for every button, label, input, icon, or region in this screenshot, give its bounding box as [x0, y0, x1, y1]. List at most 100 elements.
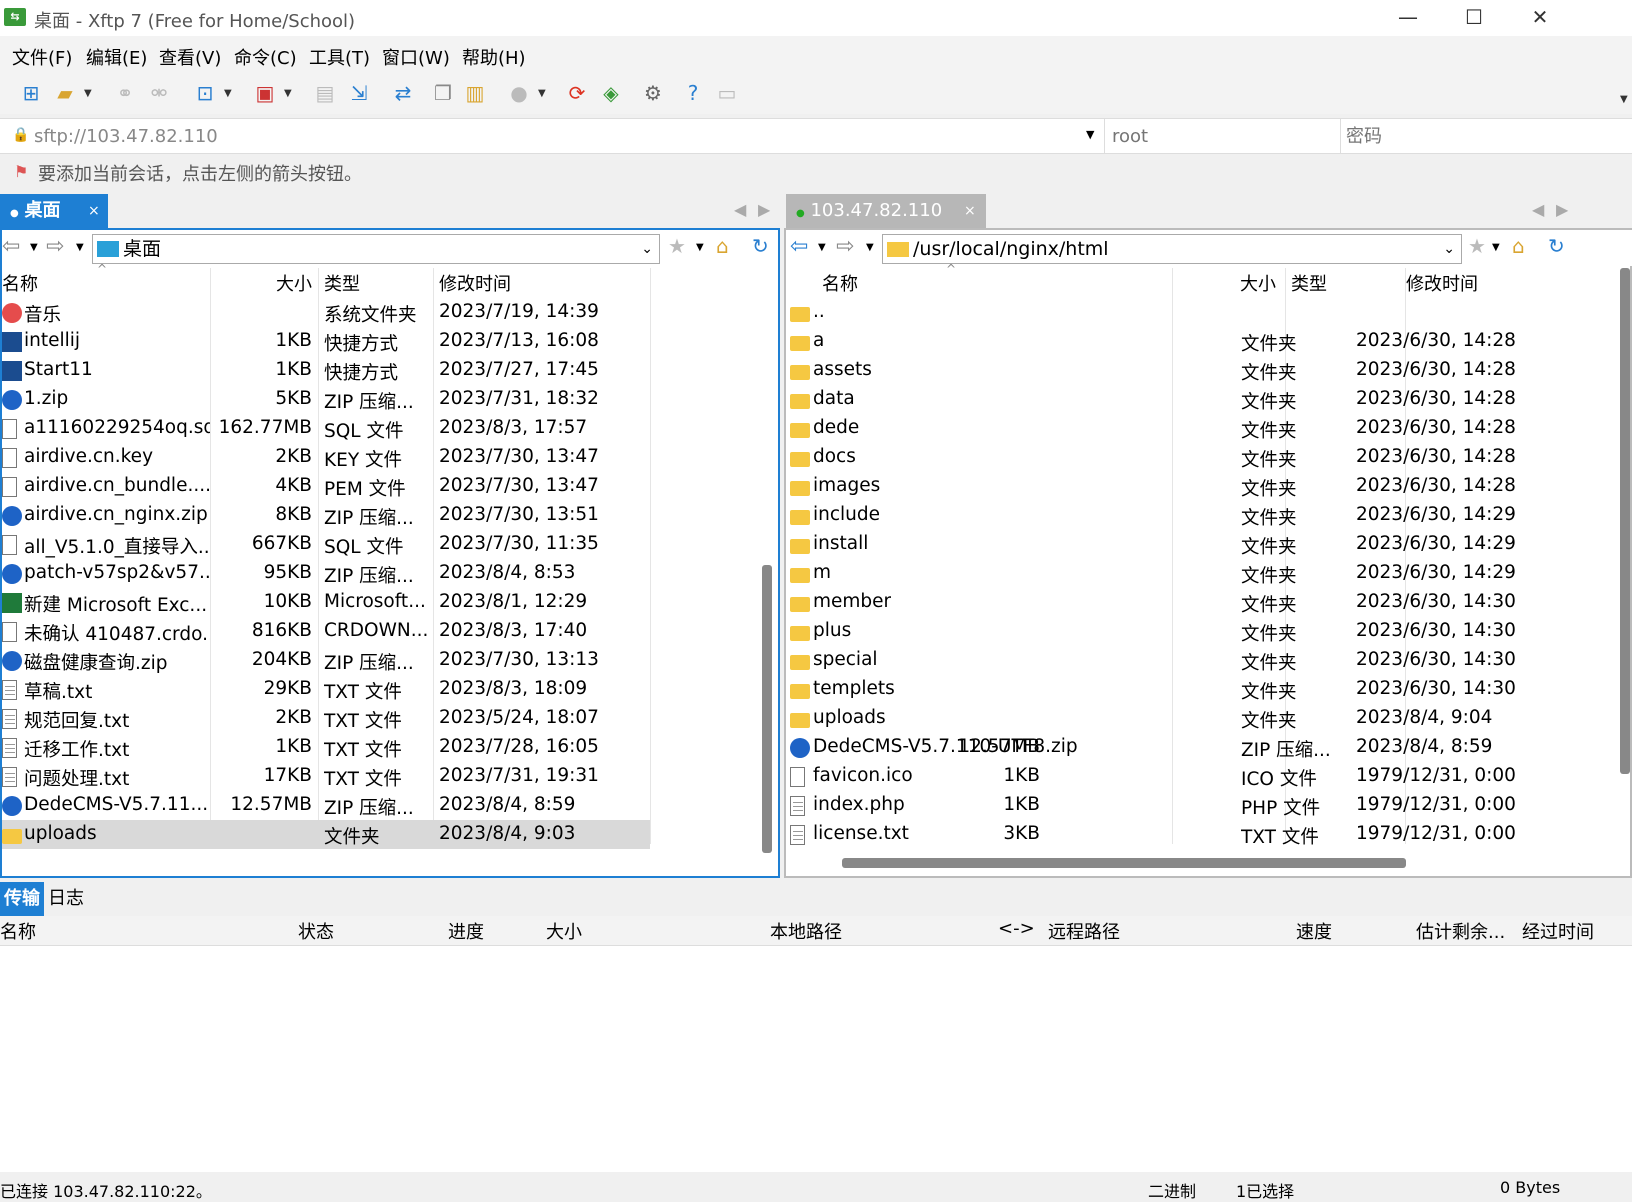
- home-icon[interactable]: ⌂: [716, 234, 729, 258]
- file-row[interactable]: docs 文件夹 2023/6/30, 14:28: [788, 443, 1606, 472]
- path-dropdown-icon[interactable]: ⌄: [641, 235, 653, 263]
- tab-scroll-right-icon[interactable]: ▶: [758, 200, 770, 219]
- col-size[interactable]: 大小: [546, 918, 582, 944]
- col-speed[interactable]: 速度: [1296, 918, 1332, 944]
- remote-path-box[interactable]: /usr/local/nginx/html ⌄: [882, 234, 1462, 264]
- col-name[interactable]: 名称: [0, 918, 36, 944]
- col-status[interactable]: 状态: [298, 918, 334, 944]
- status-circle-icon[interactable]: ●: [506, 80, 532, 106]
- tab-close-icon[interactable]: ×: [964, 194, 976, 228]
- file-row[interactable]: 草稿.txt 29KB TXT 文件 2023/8/3, 18:09: [2, 675, 650, 704]
- file-row[interactable]: index.php 1KB PHP 文件 1979/12/31, 0:00: [788, 791, 1606, 820]
- file-row[interactable]: 迁移工作.txt 1KB TXT 文件 2023/7/28, 16:05: [2, 733, 650, 762]
- col-modified[interactable]: 修改时间: [439, 270, 511, 296]
- xshell-icon[interactable]: ⟳: [564, 80, 590, 106]
- file-row[interactable]: uploads 文件夹 2023/8/4, 9:04: [788, 704, 1606, 733]
- file-row[interactable]: 新建 Microsoft Exc... 10KB Microsoft... 2023/…: [2, 588, 650, 617]
- disconnect-icon[interactable]: ⚮: [146, 80, 172, 106]
- tab-scroll-left-icon[interactable]: ◀: [734, 200, 746, 219]
- col-type[interactable]: 类型: [1291, 270, 1327, 296]
- col-size[interactable]: 大小: [1240, 270, 1276, 296]
- col-local-path[interactable]: 本地路径: [770, 918, 842, 944]
- file-row[interactable]: 未确认 410487.crdo... 816KB CRDOWN... 2023/8/3…: [2, 617, 650, 646]
- favorite-star-icon[interactable]: ★: [1468, 234, 1486, 258]
- back-icon[interactable]: ⇦: [2, 234, 20, 259]
- download-icon[interactable]: ⇲: [346, 80, 372, 106]
- local-path-box[interactable]: 桌面 ⌄: [92, 234, 660, 264]
- password-input[interactable]: [1346, 122, 1616, 150]
- favorite-dropdown-icon[interactable]: ▼: [1492, 242, 1500, 253]
- terminal-icon[interactable]: ▣: [252, 80, 278, 106]
- file-row[interactable]: ..: [788, 298, 1606, 327]
- forward-dropdown-icon[interactable]: ▼: [76, 242, 84, 253]
- menu-tools[interactable]: 工具(T): [309, 44, 370, 70]
- file-row[interactable]: airdive.cn_nginx.zip 8KB ZIP 压缩... 2023/7/3…: [2, 501, 650, 530]
- connect-icon[interactable]: ⚭: [112, 80, 138, 106]
- col-eta[interactable]: 估计剩余...: [1416, 918, 1505, 944]
- back-dropdown-icon[interactable]: ▼: [818, 242, 826, 253]
- xftp-icon[interactable]: ◈: [598, 80, 624, 106]
- col-name[interactable]: 名称: [2, 270, 38, 296]
- remote-scrollbar[interactable]: [1620, 268, 1630, 774]
- file-row[interactable]: 规范回复.txt 2KB TXT 文件 2023/5/24, 18:07: [2, 704, 650, 733]
- maximize-button[interactable]: ☐: [1442, 0, 1506, 36]
- file-row[interactable]: Start11 1KB 快捷方式 2023/7/27, 17:45: [2, 356, 650, 385]
- tab-close-icon[interactable]: ×: [88, 194, 100, 228]
- tab-local-desktop[interactable]: ● 桌面 ×: [0, 194, 108, 228]
- file-row[interactable]: 1.zip 5KB ZIP 压缩... 2023/7/31, 18:32: [2, 385, 650, 414]
- file-row[interactable]: 音乐 系统文件夹 2023/7/19, 14:39: [2, 298, 650, 327]
- file-row[interactable]: license.txt 3KB TXT 文件 1979/12/31, 0:00: [788, 820, 1606, 849]
- host-dropdown-icon[interactable]: ▼: [1086, 128, 1094, 141]
- file-row[interactable]: data 文件夹 2023/6/30, 14:28: [788, 385, 1606, 414]
- menu-view[interactable]: 查看(V): [159, 44, 221, 70]
- file-row[interactable]: airdive.cn_bundle.... 4KB PEM 文件 2023/7/30,…: [2, 472, 650, 501]
- terminal-dropdown-icon[interactable]: ▼: [284, 88, 292, 99]
- minimize-button[interactable]: —: [1376, 0, 1440, 36]
- file-row[interactable]: airdive.cn.key 2KB KEY 文件 2023/7/30, 13:47: [2, 443, 650, 472]
- file-row[interactable]: intellij 1KB 快捷方式 2023/7/13, 16:08: [2, 327, 650, 356]
- file-row[interactable]: dede 文件夹 2023/6/30, 14:28: [788, 414, 1606, 443]
- tab-remote-session[interactable]: ● 103.47.82.110 ×: [786, 194, 986, 228]
- menu-edit[interactable]: 编辑(E): [86, 44, 147, 70]
- file-row[interactable]: patch-v57sp2&v57... 95KB ZIP 压缩... 2023/8/4…: [2, 559, 650, 588]
- file-row[interactable]: 磁盘健康查询.zip 204KB ZIP 压缩... 2023/7/30, 13:13: [2, 646, 650, 675]
- col-remote-path[interactable]: 远程路径: [1048, 918, 1120, 944]
- file-row[interactable]: favicon.ico 1KB ICO 文件 1979/12/31, 0:00: [788, 762, 1606, 791]
- paste-icon[interactable]: ▥: [462, 80, 488, 106]
- bookmark-arrow-icon[interactable]: ⚑: [14, 162, 28, 181]
- file-row[interactable]: 问题处理.txt 17KB TXT 文件 2023/7/31, 19:31: [2, 762, 650, 791]
- tab-scroll-right-icon[interactable]: ▶: [1556, 200, 1568, 219]
- upload-icon[interactable]: ▤: [312, 80, 338, 106]
- menu-help[interactable]: 帮助(H): [462, 44, 526, 70]
- sync-icon[interactable]: ⇄: [390, 80, 416, 106]
- home-icon[interactable]: ⌂: [1512, 234, 1525, 258]
- col-progress[interactable]: 进度: [448, 918, 484, 944]
- local-scrollbar[interactable]: [762, 565, 772, 853]
- file-row[interactable]: a11160229254oq.sql 162.77MB SQL 文件 2023/8/3…: [2, 414, 650, 443]
- col-modified[interactable]: 修改时间: [1406, 270, 1478, 296]
- file-row[interactable]: uploads 文件夹 2023/8/4, 9:03: [2, 820, 650, 849]
- back-icon[interactable]: ⇦: [790, 234, 808, 259]
- forward-icon[interactable]: ⇨: [836, 234, 854, 259]
- gear-icon[interactable]: ⚙: [640, 80, 666, 106]
- refresh-icon[interactable]: ↻: [752, 234, 769, 258]
- file-row[interactable]: all_V5.1.0_直接导入.... 667KB SQL 文件 2023/7/30,…: [2, 530, 650, 559]
- file-row[interactable]: member 文件夹 2023/6/30, 14:30: [788, 588, 1606, 617]
- remote-hscrollbar[interactable]: [842, 858, 1406, 868]
- file-row[interactable]: templets 文件夹 2023/6/30, 14:30: [788, 675, 1606, 704]
- chat-icon[interactable]: ▭: [714, 80, 740, 106]
- file-row[interactable]: assets 文件夹 2023/6/30, 14:28: [788, 356, 1606, 385]
- file-row[interactable]: include 文件夹 2023/6/30, 14:29: [788, 501, 1606, 530]
- window-dropdown-icon[interactable]: ▼: [224, 88, 232, 99]
- path-dropdown-icon[interactable]: ⌄: [1443, 235, 1455, 263]
- status-dropdown-icon[interactable]: ▼: [538, 88, 546, 99]
- host-input[interactable]: [34, 122, 1094, 150]
- tab-log[interactable]: 日志: [48, 882, 84, 916]
- tab-scroll-left-icon[interactable]: ◀: [1532, 200, 1544, 219]
- col-name[interactable]: 名称: [822, 270, 858, 296]
- col-size[interactable]: 大小: [276, 270, 312, 296]
- close-button[interactable]: ✕: [1508, 0, 1572, 36]
- copy-icon[interactable]: ❐: [430, 80, 456, 106]
- menu-window[interactable]: 窗口(W): [382, 44, 450, 70]
- file-row[interactable]: DedeCMS-V5.7.11... 12.57MB ZIP 压缩... 2023/8…: [2, 791, 650, 820]
